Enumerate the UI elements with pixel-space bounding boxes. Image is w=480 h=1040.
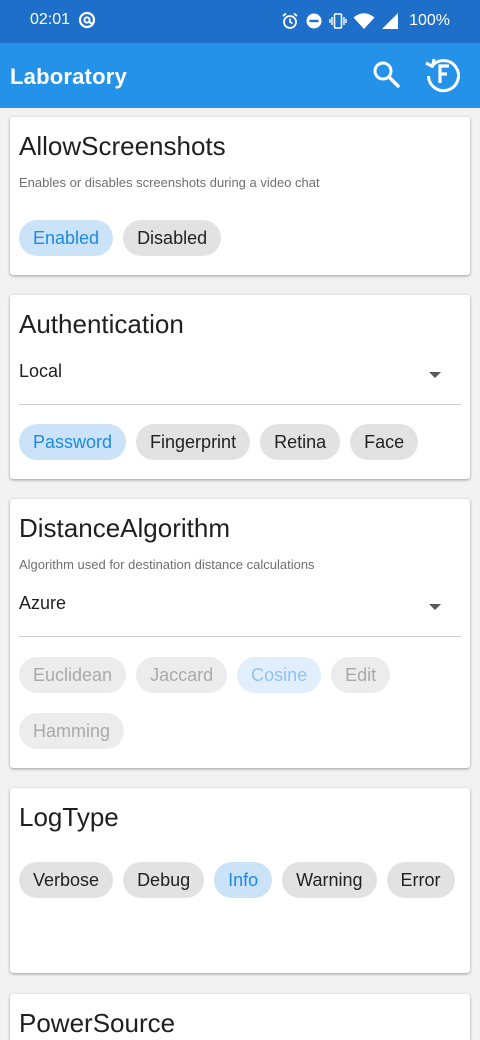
reset-icon	[423, 54, 463, 99]
allow-screenshots-description: Enables or disables screenshots during a…	[19, 175, 320, 190]
reset-button[interactable]	[423, 56, 463, 96]
chip-fingerprint[interactable]: Fingerprint	[136, 424, 251, 460]
chip-euclidean: Euclidean	[19, 657, 127, 693]
chip-disabled[interactable]: Disabled	[123, 220, 222, 256]
battery-level: 100%	[409, 12, 450, 29]
chip-info[interactable]: Info	[214, 862, 273, 898]
power-source-card: PowerSource	[10, 994, 470, 1040]
app-title: Laboratory	[10, 64, 127, 89]
chip-enabled[interactable]: Enabled	[19, 220, 114, 256]
search-button[interactable]	[368, 58, 404, 94]
dropdown-arrow-icon	[429, 372, 441, 378]
authentication-dropdown-value: Local	[19, 361, 63, 381]
distance-algorithm-title: DistanceAlgorithm	[19, 513, 230, 543]
status-bar: 02:01 100%	[0, 0, 480, 43]
chip-error[interactable]: Error	[386, 862, 455, 898]
app-bar: Laboratory	[0, 43, 480, 108]
allow-screenshots-title: AllowScreenshots	[19, 131, 226, 161]
chip-debug[interactable]: Debug	[123, 862, 205, 898]
allow-screenshots-card: AllowScreenshots Enables or disables scr…	[10, 117, 470, 275]
do-not-disturb-icon	[305, 12, 323, 30]
dropdown-arrow-icon	[429, 604, 441, 610]
status-icons: 100%	[281, 11, 450, 31]
status-time: 02:01	[30, 11, 71, 28]
log-type-options: Verbose Debug Info Warning Error	[19, 862, 463, 898]
wifi-icon	[353, 12, 375, 30]
chip-retina[interactable]: Retina	[260, 424, 341, 460]
allow-screenshots-options: Enabled Disabled	[19, 220, 463, 256]
authentication-card: Authentication Local Password Fingerprin…	[10, 295, 470, 479]
vibrate-icon	[329, 12, 347, 30]
distance-algorithm-card: DistanceAlgorithm Algorithm used for des…	[10, 499, 470, 768]
search-icon	[371, 59, 401, 94]
distance-algorithm-dropdown[interactable]: Azure	[19, 587, 461, 637]
distance-algorithm-dropdown-value: Azure	[19, 593, 67, 613]
alarm-icon	[281, 12, 299, 30]
distance-algorithm-options: Euclidean Jaccard Cosine Edit Hamming	[19, 657, 463, 749]
chip-verbose[interactable]: Verbose	[19, 862, 114, 898]
power-source-title: PowerSource	[19, 1008, 176, 1038]
chip-cosine: Cosine	[237, 657, 322, 693]
chip-face[interactable]: Face	[350, 424, 419, 460]
authentication-title: Authentication	[19, 309, 184, 339]
authentication-dropdown[interactable]: Local	[19, 355, 461, 405]
log-type-title: LogType	[19, 802, 119, 832]
chip-warning[interactable]: Warning	[282, 862, 377, 898]
chip-jaccard: Jaccard	[136, 657, 228, 693]
chip-hamming: Hamming	[19, 713, 125, 749]
signal-icon	[381, 12, 399, 30]
at-sign-icon	[78, 11, 96, 29]
chip-edit: Edit	[331, 657, 391, 693]
distance-algorithm-description: Algorithm used for destination distance …	[19, 557, 315, 572]
chip-password[interactable]: Password	[19, 424, 127, 460]
authentication-options: Password Fingerprint Retina Face	[19, 424, 463, 460]
log-type-card: LogType Verbose Debug Info Warning Error	[10, 788, 470, 973]
